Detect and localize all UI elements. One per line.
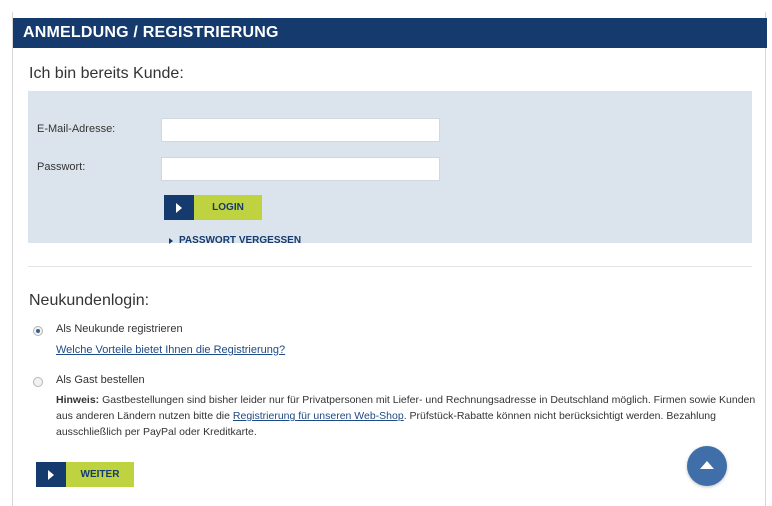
continue-button[interactable]: WEITER <box>36 462 134 487</box>
register-option-label[interactable]: Als Neukunde registrieren <box>56 323 183 335</box>
play-arrow-icon <box>36 462 66 487</box>
guest-radio[interactable] <box>33 377 43 387</box>
play-arrow-icon <box>164 195 194 220</box>
new-customer-heading: Neukundenlogin: <box>29 292 150 309</box>
existing-customer-heading: Ich bin bereits Kunde: <box>29 65 184 82</box>
hint-prefix: Hinweis: <box>56 394 100 406</box>
page-title: ANMELDUNG / REGISTRIERUNG <box>23 24 279 41</box>
webshop-registration-link[interactable]: Registrierung für unseren Web-Shop <box>233 410 404 422</box>
forgot-password-label: PASSWORT VERGESSEN <box>179 235 302 246</box>
page-header: ANMELDUNG / REGISTRIERUNG <box>13 18 767 48</box>
password-field[interactable] <box>161 157 440 181</box>
scroll-to-top-button[interactable] <box>687 446 727 486</box>
guest-option-label[interactable]: Als Gast bestellen <box>56 374 145 386</box>
login-page: ANMELDUNG / REGISTRIERUNG Ich bin bereit… <box>12 12 767 506</box>
forgot-password-link[interactable]: PASSWORT VERGESSEN <box>169 235 301 246</box>
email-field[interactable] <box>161 118 440 142</box>
caret-right-icon <box>169 237 173 244</box>
guest-hint-text: Hinweis: Gastbestellungen sind bisher le… <box>56 392 756 440</box>
email-label: E-Mail-Adresse: <box>37 123 116 135</box>
section-divider <box>28 266 752 267</box>
chevron-up-icon <box>700 460 714 469</box>
continue-button-label: WEITER <box>66 462 134 487</box>
login-form-panel: E-Mail-Adresse: Passwort: LOGIN PASSWORT… <box>28 91 752 246</box>
register-radio[interactable] <box>33 326 43 336</box>
password-label: Passwort: <box>37 161 86 173</box>
login-button[interactable]: LOGIN <box>164 195 262 220</box>
login-button-label: LOGIN <box>194 195 262 220</box>
registration-benefits-link[interactable]: Welche Vorteile bietet Ihnen die Registr… <box>56 344 285 356</box>
